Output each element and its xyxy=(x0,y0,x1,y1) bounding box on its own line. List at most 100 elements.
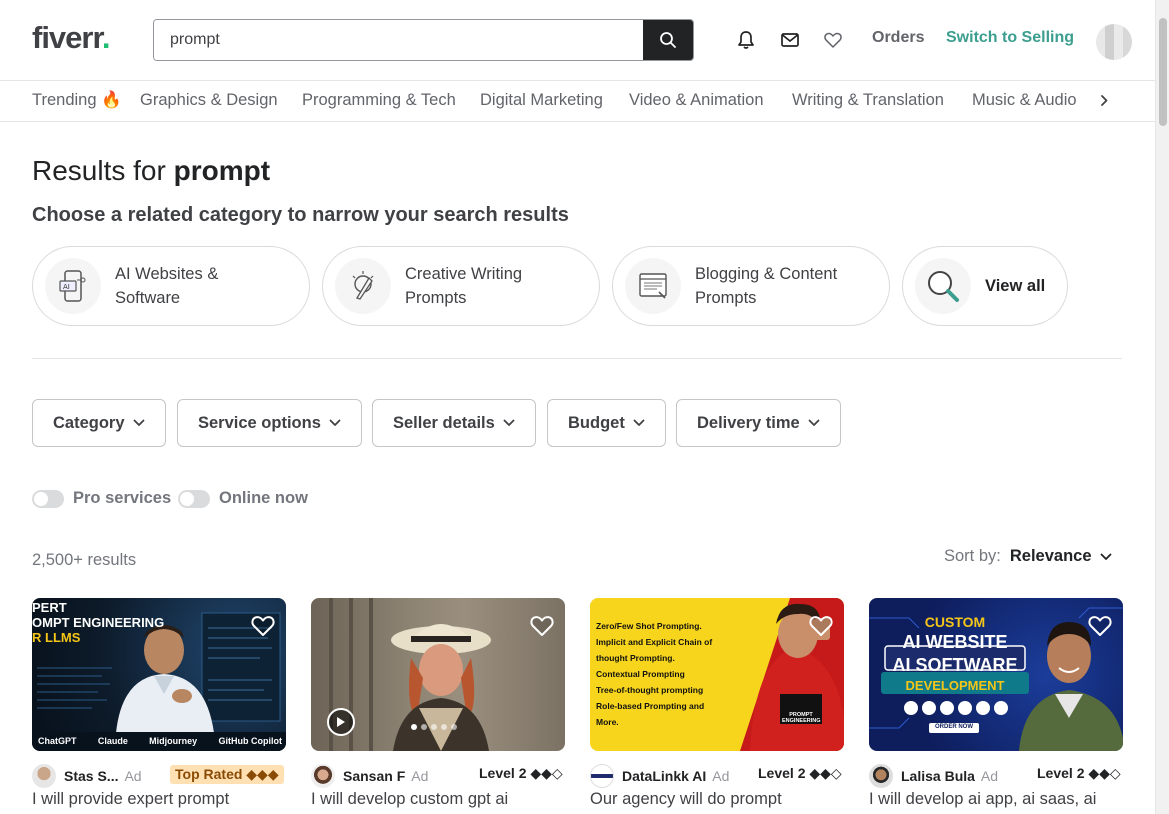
gig-thumbnail[interactable]: Zero/Few Shot Prompting. Implicit and Ex… xyxy=(590,598,844,751)
gig-title[interactable]: I will provide expert prompt xyxy=(32,790,229,809)
nav-item-writing-translation[interactable]: Writing & Translation xyxy=(792,91,944,110)
seller-name: DataLinkk AI xyxy=(622,768,707,784)
category-nav: Trending 🔥 Graphics & Design Programming… xyxy=(0,81,1155,122)
nav-item-video-animation[interactable]: Video & Animation xyxy=(629,91,764,110)
seller-avatar xyxy=(869,764,893,788)
section-divider xyxy=(32,358,1122,359)
play-icon xyxy=(337,717,345,727)
nav-item-graphics-design[interactable]: Graphics & Design xyxy=(140,91,278,110)
magnifier-icon xyxy=(915,258,971,314)
user-avatar[interactable] xyxy=(1096,24,1132,60)
save-gig-button[interactable] xyxy=(529,614,555,643)
seller-info[interactable]: Sansan F Ad xyxy=(311,764,428,788)
pro-services-label: Pro services xyxy=(73,489,172,507)
filter-category[interactable]: Category xyxy=(32,399,166,447)
nav-item-trending[interactable]: Trending 🔥 xyxy=(32,91,122,110)
nav-item-digital-marketing[interactable]: Digital Marketing xyxy=(480,91,603,110)
top-rated-badge: Top Rated ◆◆◆ xyxy=(170,765,284,784)
carousel-dots[interactable] xyxy=(411,724,457,730)
envelope-icon xyxy=(781,33,799,47)
search-input[interactable] xyxy=(154,20,644,60)
play-button[interactable] xyxy=(327,708,355,736)
thumb-headline: CUSTOM AI WEBSITE AI SOFTWARE DEVELOPMEN… xyxy=(892,614,1018,693)
save-gig-button[interactable] xyxy=(808,614,834,643)
results-title: Results for prompt xyxy=(32,155,271,186)
category-label: AI Websites & Software xyxy=(115,265,219,307)
filter-budget[interactable]: Budget xyxy=(547,399,666,447)
gig-thumbnail[interactable]: PERT OMPT ENGINEERING R LLMS ChatGPT Clau… xyxy=(32,598,286,751)
seller-info[interactable]: DataLinkk AI Ad xyxy=(590,764,729,788)
svg-text:AI: AI xyxy=(63,283,70,291)
thumb-text: PERT xyxy=(32,600,67,615)
filter-seller-details[interactable]: Seller details xyxy=(372,399,536,447)
sort-value: Relevance xyxy=(1009,547,1092,565)
fiverr-logo[interactable]: fiverr. xyxy=(32,20,110,56)
ad-label: Ad xyxy=(411,768,429,784)
chevron-down-icon xyxy=(1100,553,1111,560)
top-header: fiverr. Orders Switch to Selling xyxy=(0,0,1155,81)
gig-title[interactable]: I will develop custom gpt ai xyxy=(311,790,508,809)
filter-service-options[interactable]: Service options xyxy=(177,399,362,447)
related-category-heading: Choose a related category to narrow your… xyxy=(32,204,569,226)
gig-thumbnail[interactable] xyxy=(311,598,565,751)
chevron-down-icon xyxy=(133,419,144,426)
seller-name: Sansan F xyxy=(343,768,406,784)
gig-thumbnail[interactable]: CUSTOM AI WEBSITE AI SOFTWARE DEVELOPMEN… xyxy=(869,598,1123,751)
search-button[interactable] xyxy=(643,20,693,60)
nav-item-music-audio[interactable]: Music & Audio xyxy=(972,91,1077,110)
sort-dropdown[interactable]: Sort by: Relevance xyxy=(944,547,1112,566)
save-gig-button[interactable] xyxy=(250,614,276,643)
ad-label: Ad xyxy=(980,768,999,784)
thumb-text: OMPT ENGINEERING xyxy=(32,615,165,630)
notifications-button[interactable] xyxy=(735,29,757,51)
search-query: prompt xyxy=(173,155,271,186)
heart-icon xyxy=(824,32,842,48)
chevron-right-icon xyxy=(1101,95,1108,106)
seller-avatar xyxy=(311,764,335,788)
filter-delivery-time[interactable]: Delivery time xyxy=(676,399,841,447)
ad-label: Ad xyxy=(712,768,730,784)
search-icon xyxy=(660,32,676,48)
level-badge: Level 2 ◆◆◇ xyxy=(1037,765,1121,781)
scrollbar-thumb[interactable] xyxy=(1159,18,1167,126)
messages-button[interactable] xyxy=(779,29,801,51)
level-badge: Level 2 ◆◆◇ xyxy=(758,765,842,781)
chevron-down-icon xyxy=(503,419,515,426)
nav-item-programming-tech[interactable]: Programming & Tech xyxy=(302,91,456,110)
seller-info[interactable]: Lalisa Bula Ad xyxy=(869,764,998,788)
category-card-creative-writing[interactable]: Creative Writing Prompts xyxy=(322,246,600,326)
pen-idea-icon xyxy=(335,258,391,314)
seller-avatar xyxy=(590,764,614,788)
ad-label: Ad xyxy=(124,768,142,784)
search-bar xyxy=(153,19,694,61)
category-card-view-all[interactable]: View all xyxy=(902,246,1068,326)
online-now-toggle[interactable] xyxy=(178,490,210,508)
toggle-knob xyxy=(34,492,48,506)
document-icon xyxy=(625,258,681,314)
nav-scroll-right-button[interactable] xyxy=(1100,91,1110,114)
gig-title[interactable]: Our agency will do prompt xyxy=(590,790,782,809)
page-scrollbar[interactable] xyxy=(1155,0,1169,814)
online-now-label: Online now xyxy=(219,489,308,507)
switch-to-selling-link[interactable]: Switch to Selling xyxy=(946,29,1074,47)
category-card-blogging-content[interactable]: Blogging & Content Prompts xyxy=(612,246,890,326)
category-label: Blogging & Content Prompts xyxy=(695,265,838,307)
favorites-button[interactable] xyxy=(822,29,844,51)
pro-services-toggle[interactable] xyxy=(32,490,64,508)
seller-info[interactable]: Stas S... Ad xyxy=(32,764,142,788)
seller-name: Stas S... xyxy=(64,768,119,784)
orders-link[interactable]: Orders xyxy=(872,29,924,47)
level-badge: Level 2 ◆◆◇ xyxy=(479,765,563,781)
heart-icon xyxy=(1088,616,1112,636)
ai-phone-icon: AI xyxy=(45,258,101,314)
seller-avatar xyxy=(32,764,56,788)
chevron-down-icon xyxy=(633,419,645,426)
thumb-tag: PROMPT ENGINEERING xyxy=(782,712,821,724)
category-card-ai-websites[interactable]: AI AI Websites & Software xyxy=(32,246,310,326)
seller-name: Lalisa Bula xyxy=(901,768,975,784)
thumb-tag: ORDER NOW xyxy=(935,724,973,730)
toggle-knob xyxy=(180,492,194,506)
sort-label: Sort by: xyxy=(944,547,1001,565)
gig-title[interactable]: I will develop ai app, ai saas, ai xyxy=(869,790,1096,809)
save-gig-button[interactable] xyxy=(1087,614,1113,643)
